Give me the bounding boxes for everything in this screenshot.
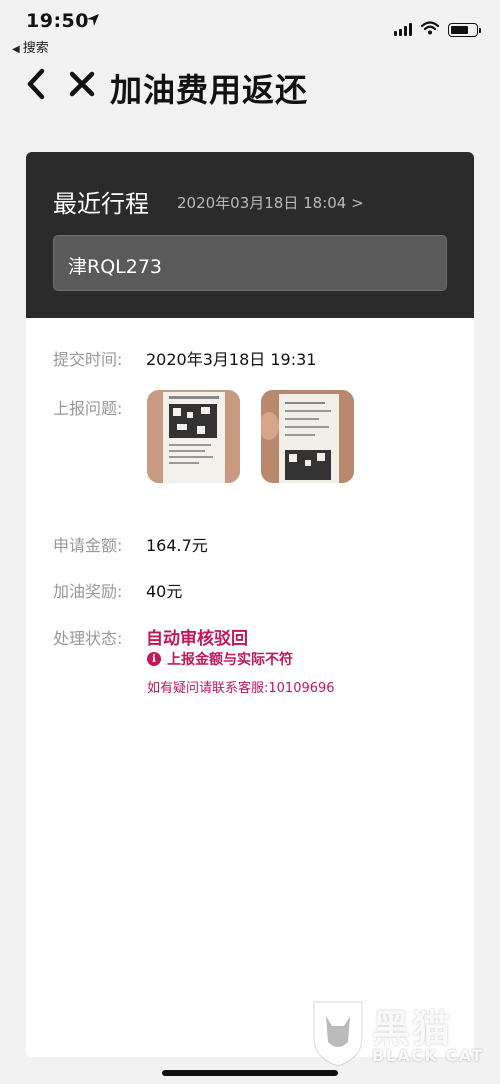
reject-reason-text: 上报金额与实际不符 [167, 652, 293, 668]
submit-time-row: 提交时间: 2020年3月18日 19:31 [53, 346, 316, 370]
apply-amount-label: 申请金额: [53, 536, 123, 555]
wifi-icon [420, 20, 440, 39]
reward-value: 40元 [146, 582, 183, 601]
back-triangle-icon: ◀ [12, 44, 20, 55]
status-icons [394, 20, 481, 39]
watermark-text: 黑猫 [372, 1007, 453, 1051]
trip-title: 最近行程 [53, 190, 149, 218]
close-icon [68, 70, 96, 102]
back-button[interactable] [18, 68, 54, 104]
status-time: 19:50 [26, 10, 89, 32]
reward-row: 加油奖励: 40元 [53, 578, 182, 602]
refund-card: 最近行程 2020年03月18日 18:04 > 津RQL273 提交时间: 2… [26, 152, 474, 1057]
cat-shield-logo-icon [308, 998, 368, 1072]
submit-time-value: 2020年3月18日 19:31 [146, 350, 317, 369]
signal-icon [394, 23, 412, 36]
black-cat-watermark: 黑猫 BLACK CAT [308, 998, 486, 1074]
receipt-photo-2[interactable] [261, 390, 354, 483]
back-to-app-link[interactable]: ◀ 搜索 [12, 37, 49, 56]
trip-header: 最近行程 2020年03月18日 18:04 > 津RQL273 [26, 152, 474, 318]
status-label: 处理状态: [53, 629, 123, 648]
reject-reason: i 上报金额与实际不符 [147, 649, 293, 669]
customer-service-contact[interactable]: 如有疑问请联系客服:10109696 [147, 677, 335, 696]
status-row: 处理状态: 自动审核驳回 [53, 624, 248, 649]
receipt-thumbnails [147, 390, 354, 483]
apply-amount-row: 申请金额: 164.7元 [53, 532, 208, 556]
watermark-subtext: BLACK CAT [372, 1046, 484, 1065]
plate-number-field: 津RQL273 [53, 235, 447, 291]
report-issue-row: 上报问题: [53, 395, 146, 419]
trip-time-link[interactable]: 2020年03月18日 18:04 > [177, 192, 364, 213]
chevron-left-icon [24, 68, 48, 104]
battery-icon [448, 22, 481, 37]
status-value: 自动审核驳回 [146, 629, 248, 649]
submit-time-label: 提交时间: [53, 350, 123, 369]
page-title: 加油费用返还 [110, 71, 309, 109]
nav-bar: 加油费用返还 [0, 58, 500, 118]
back-app-label: 搜索 [22, 41, 49, 56]
reward-label: 加油奖励: [53, 582, 123, 601]
home-indicator[interactable] [162, 1070, 338, 1076]
apply-amount-value: 164.7元 [146, 536, 208, 555]
report-issue-label: 上报问题: [53, 399, 123, 418]
status-bar: 19:50 ◀ 搜索 [0, 0, 500, 56]
close-button[interactable] [64, 68, 100, 104]
receipt-photo-1[interactable] [147, 390, 240, 483]
info-icon: i [147, 652, 161, 666]
location-arrow-icon [86, 12, 100, 31]
